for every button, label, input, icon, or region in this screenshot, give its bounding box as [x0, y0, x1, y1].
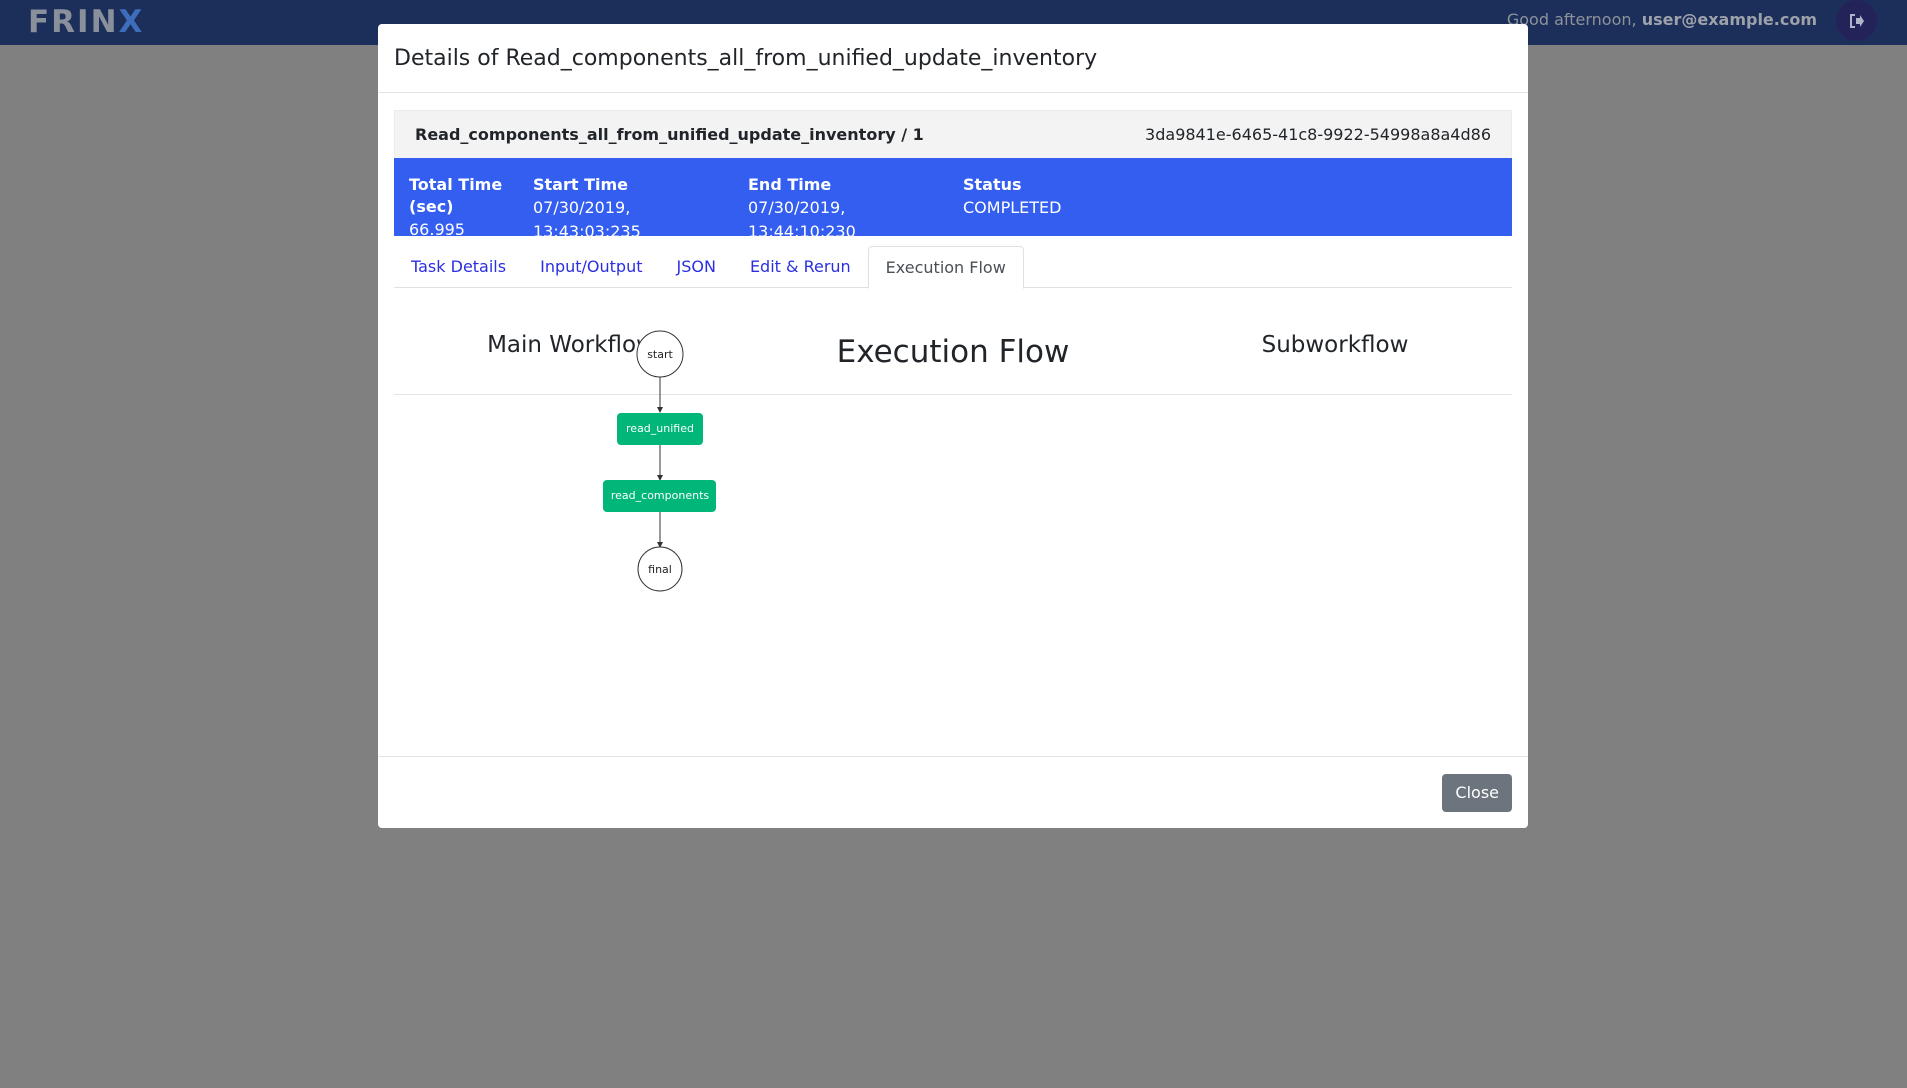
stat-start-time: Start Time 07/30/2019, 13:43:03:235 [533, 175, 641, 241]
workflow-info-header: Read_components_all_from_unified_update_… [394, 110, 1512, 158]
node-start[interactable]: start [636, 330, 684, 378]
frinx-logo: FRINX [28, 4, 145, 40]
node-read-components[interactable]: read_components [603, 480, 716, 512]
node-read-components-label: read_components [611, 489, 710, 502]
stat-total-time: Total Time (sec) 66.995 [409, 175, 503, 239]
tab-task-details[interactable]: Task Details [394, 246, 523, 287]
workflow-name: Read_components_all_from_unified_update_… [415, 125, 924, 144]
tab-execution-flow[interactable]: Execution Flow [867, 246, 1024, 289]
execution-flow-heading: Execution Flow [836, 334, 1070, 370]
tab-edit-rerun[interactable]: Edit & Rerun [733, 246, 868, 287]
modal-title: Details of Read_components_all_from_unif… [394, 45, 1098, 71]
stat-status: Status COMPLETED [963, 175, 1062, 217]
user-email: user@example.com [1641, 10, 1817, 29]
node-read-unified[interactable]: read_unified [617, 413, 703, 445]
modal-header: Details of Read_components_all_from_unif… [378, 24, 1528, 93]
details-tabs: Task Details Input/Output JSON Edit & Re… [394, 246, 1512, 289]
stat-end-time: End Time 07/30/2019, 13:44:10:230 [748, 175, 856, 241]
tab-input-output[interactable]: Input/Output [523, 246, 659, 287]
execution-flow-header: Main Workflow Execution Flow Subworkflow [394, 288, 1512, 395]
logout-button[interactable] [1836, 0, 1877, 41]
greeting-text: Good afternoon, user@example.com [1507, 10, 1817, 29]
node-final-label: final [648, 563, 672, 576]
node-start-label: start [647, 348, 673, 361]
workflow-info-card: Read_components_all_from_unified_update_… [394, 110, 1512, 241]
workflow-details-modal: Details of Read_components_all_from_unif… [378, 24, 1528, 828]
main-workflow-heading: Main Workflow [487, 332, 655, 358]
sign-out-icon [1849, 13, 1864, 28]
workflow-stats-bar: Total Time (sec) 66.995 Start Time 07/30… [394, 158, 1512, 241]
subworkflow-heading: Subworkflow [1261, 332, 1409, 358]
workflow-id: 3da9841e-6465-41c8-9922-54998a8a4d86 [1145, 125, 1491, 144]
close-button[interactable]: Close [1442, 774, 1512, 812]
tab-json[interactable]: JSON [660, 246, 733, 287]
modal-footer: Close [378, 756, 1528, 828]
node-read-unified-label: read_unified [626, 422, 694, 435]
node-final[interactable]: final [637, 546, 683, 592]
